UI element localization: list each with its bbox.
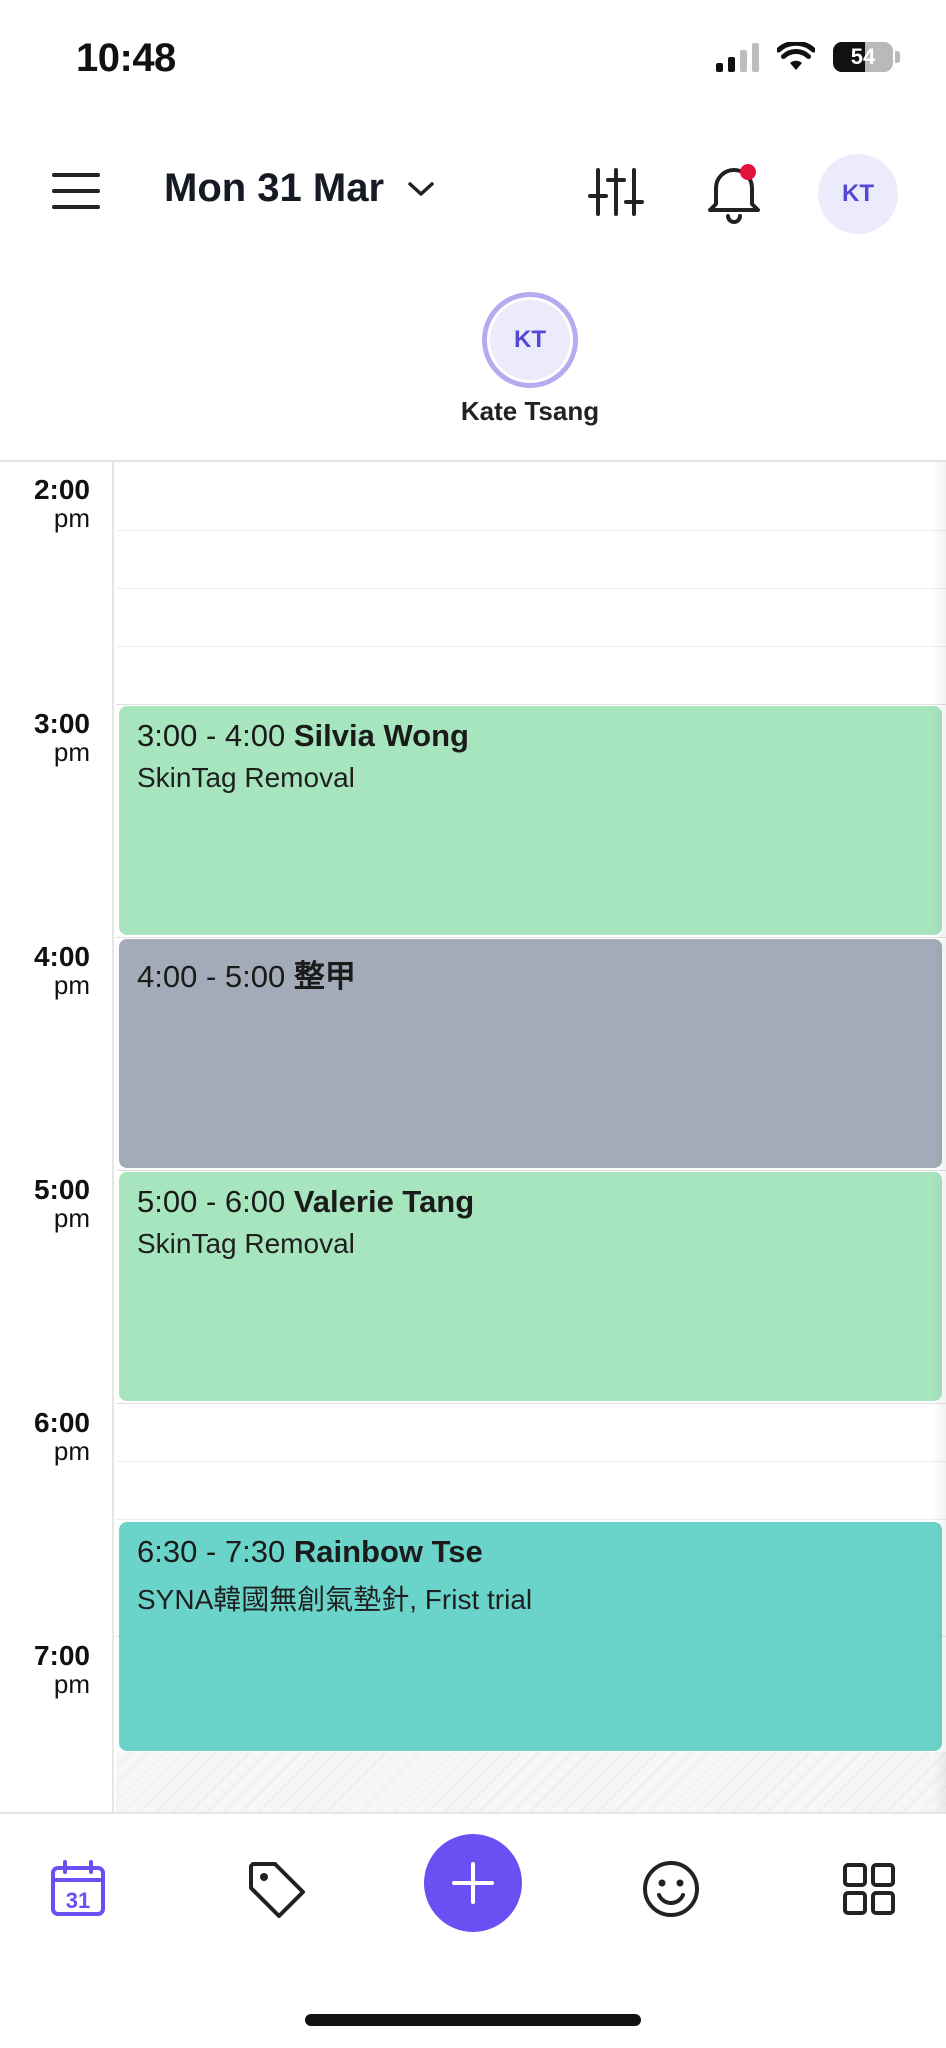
status-bar: 10:48 54: [0, 0, 946, 120]
sliders-icon: [588, 168, 644, 216]
time-label: 6:00 pm: [33, 1407, 90, 1466]
plus-icon: [452, 1862, 494, 1904]
appointment-title: 6:30 - 7:30 Rainbow Tse: [137, 1534, 924, 1570]
battery-icon: 54: [833, 42, 893, 72]
gridline: [116, 1403, 946, 1404]
appointment-time: 5:00 - 6:00: [137, 1184, 286, 1219]
home-indicator: [305, 2014, 641, 2026]
battery-cap: [895, 51, 900, 63]
nav-calendar[interactable]: 31: [43, 1854, 113, 1924]
staff-avatar: KT: [490, 300, 570, 380]
smiley-icon: [643, 1861, 699, 1917]
user-avatar[interactable]: KT: [818, 154, 898, 234]
time-label: 3:00 pm: [33, 708, 90, 767]
staff-avatar-button[interactable]: KT: [482, 292, 578, 388]
gridline: [116, 646, 946, 647]
time-label: 7:00 pm: [33, 1640, 90, 1699]
time-column: 2:00 pm 3:00 pm 4:00 pm 5:00 pm 6:00 pm 7:00 p…: [0, 462, 114, 1812]
appointment-card[interactable]: 3:00 - 4:00 Silvia Wong SkinTag Removal: [119, 706, 942, 935]
appointment-client: Valerie Tang: [293, 1184, 475, 1219]
notifications-button[interactable]: [704, 160, 764, 224]
status-time: 10:48: [76, 36, 176, 80]
chevron-down-icon: [408, 181, 434, 196]
cellular-signal-icon: [716, 42, 759, 72]
wifi-icon: [777, 42, 815, 70]
appointment-title: 5:00 - 6:00 Valerie Tang: [137, 1184, 924, 1220]
appointment-client: Rainbow Tse: [293, 1534, 483, 1569]
scroll-edge-shadow: [932, 462, 946, 1812]
calendar-icon: 31: [51, 1860, 105, 1916]
gridline: [116, 530, 946, 531]
gridline: [116, 704, 946, 705]
menu-button[interactable]: [50, 170, 104, 214]
time-label: 2:00 pm: [33, 474, 90, 533]
date-label: Mon 31 Mar: [164, 166, 385, 210]
calendar-grid[interactable]: 3:00 - 4:00 Silvia Wong SkinTag Removal …: [116, 462, 946, 1812]
nav-more[interactable]: [834, 1854, 904, 1924]
time-label: 4:00 pm: [33, 941, 90, 1000]
appointment-service: SYNA韓國無創氣墊針, Frist trial: [137, 1584, 533, 1615]
date-selector[interactable]: Mon 31 Mar: [164, 166, 436, 211]
add-button[interactable]: [424, 1834, 522, 1932]
appointment-client: Silvia Wong: [293, 718, 469, 753]
unavailable-time: [116, 1752, 946, 1812]
nav-clients[interactable]: [636, 1854, 706, 1924]
grid-icon: [843, 1863, 895, 1915]
gridline: [116, 588, 946, 589]
notification-dot: [740, 164, 756, 180]
gridline: [116, 1519, 946, 1520]
gridline: [116, 1170, 946, 1171]
staff-header: KT Kate Tsang: [0, 270, 946, 460]
calendar-day-number: 31: [66, 1888, 90, 1913]
staff-name: Kate Tsang: [460, 396, 600, 426]
nav-sales[interactable]: [241, 1854, 311, 1924]
gridline: [116, 1461, 946, 1462]
appointment-card[interactable]: 5:00 - 6:00 Valerie Tang SkinTag Removal: [119, 1172, 942, 1401]
status-icons: 54: [716, 42, 900, 72]
appointment-service: SkinTag Removal: [137, 762, 355, 793]
appointment-time: 3:00 - 4:00: [137, 718, 286, 753]
appointment-card[interactable]: 6:30 - 7:30 Rainbow Tse SYNA韓國無創氣墊針, Fri…: [119, 1522, 942, 1751]
appointment-time: 4:00 - 5:00: [137, 959, 286, 994]
appointment-service: SkinTag Removal: [137, 1228, 355, 1259]
appointment-time: 6:30 - 7:30: [137, 1534, 286, 1569]
battery-level: 54: [850, 44, 876, 69]
app-header: Mon 31 Mar KT: [0, 120, 946, 270]
filter-button[interactable]: [588, 164, 644, 220]
calendar-view[interactable]: 2:00 pm 3:00 pm 4:00 pm 5:00 pm 6:00 pm 7:00 p…: [0, 460, 946, 1812]
appointment-card[interactable]: 4:00 - 5:00 整甲: [119, 939, 942, 1168]
tag-icon: [249, 1862, 305, 1918]
hamburger-menu-icon: [52, 173, 100, 209]
appointment-title: 4:00 - 5:00 整甲: [137, 951, 924, 996]
battery-indicator: 54: [833, 42, 900, 72]
gridline: [116, 937, 946, 938]
appointment-client: 整甲: [293, 959, 356, 994]
bottom-navigation: 31: [0, 1812, 946, 2048]
time-label: 5:00 pm: [33, 1174, 90, 1233]
appointment-title: 3:00 - 4:00 Silvia Wong: [137, 718, 924, 754]
